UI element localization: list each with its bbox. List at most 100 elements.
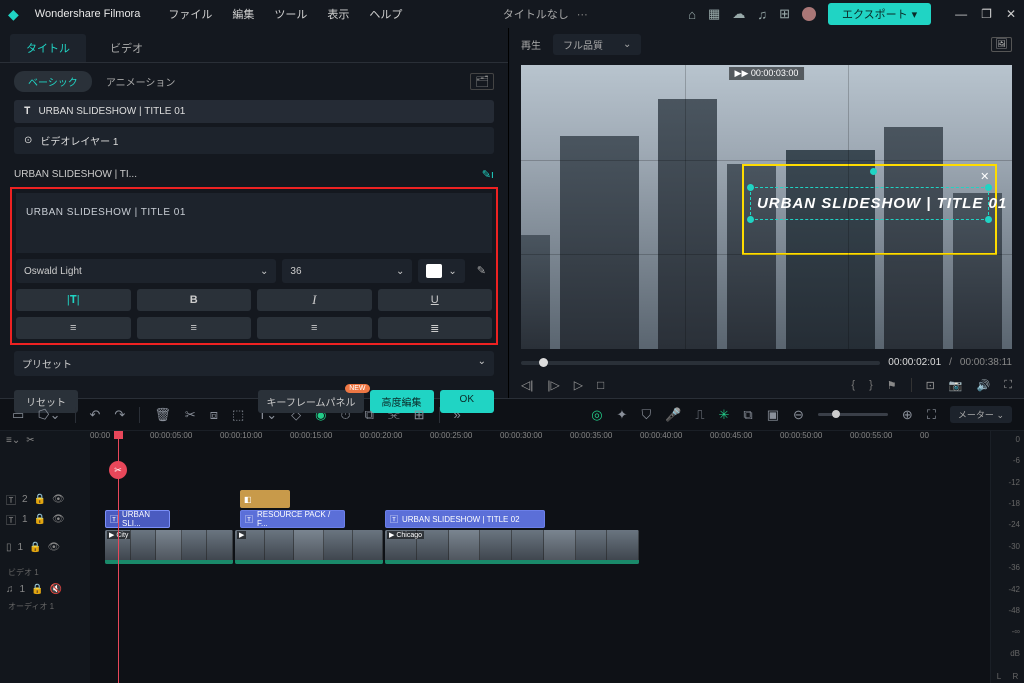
play-button[interactable]: ▷	[574, 378, 583, 392]
select-tool-icon[interactable]: ⭔⌄	[38, 407, 60, 423]
mixer-icon[interactable]: ⎍	[695, 407, 704, 423]
shield-icon[interactable]: ⛉	[641, 407, 651, 423]
char-spacing-button[interactable]: |𝐓|	[16, 289, 131, 311]
preview-tab[interactable]: 再生	[521, 37, 541, 52]
minimize-button[interactable]: —	[955, 7, 967, 21]
fullscreen-icon[interactable]: ⛶	[1004, 379, 1012, 392]
layer-item-title[interactable]: 𝐓 URBAN SLIDESHOW | TITLE 01	[14, 100, 494, 123]
fx1-icon[interactable]: ✦	[617, 407, 628, 423]
subtab-basic[interactable]: ベーシック	[14, 71, 92, 92]
font-size-select[interactable]: 36⌄	[282, 259, 412, 283]
tab-video[interactable]: ビデオ	[94, 34, 159, 62]
menu-help[interactable]: ヘルプ	[369, 6, 402, 22]
video-clip-2[interactable]: ▶	[235, 530, 383, 564]
track-header-t1[interactable]: 🅃1 🔒 👁	[0, 509, 90, 529]
align-left-button[interactable]: ≡	[16, 317, 131, 339]
text-clip-2[interactable]: 🅃RESOURCE PACK / F...	[240, 510, 345, 528]
font-color-select[interactable]: ⌄	[418, 259, 464, 283]
quality-select[interactable]: フル品質⌄	[553, 34, 641, 55]
eye-icon[interactable]: 👁	[52, 514, 65, 525]
snapshot-icon[interactable]: 📷	[949, 379, 963, 392]
eye-icon[interactable]: 👁	[48, 542, 61, 553]
image-icon[interactable]: 🖼	[991, 37, 1012, 52]
pencil-icon[interactable]: ✎ı	[482, 168, 494, 181]
avatar-icon[interactable]	[802, 7, 816, 21]
track-header-t2[interactable]: 🅃2 🔒 👁	[0, 489, 90, 509]
font-family-select[interactable]: Oswald Light⌄	[16, 259, 276, 283]
stop-button[interactable]: □	[597, 378, 604, 392]
cloud-icon[interactable]: ☁	[732, 6, 745, 22]
menu-edit[interactable]: 編集	[232, 6, 254, 22]
snap-icon[interactable]: ✳	[719, 407, 730, 423]
subtab-animation[interactable]: アニメーション	[106, 71, 176, 92]
tab-title[interactable]: タイトル	[10, 34, 86, 62]
ai-icon[interactable]: ◎	[591, 407, 602, 423]
cut-icon[interactable]: ✂	[26, 435, 34, 446]
zoom-fit-icon[interactable]: ⛶	[927, 407, 936, 423]
mic-icon[interactable]: 🎤	[665, 407, 681, 423]
undo-icon[interactable]: ↶	[90, 407, 101, 423]
zoom-slider[interactable]	[818, 413, 888, 416]
align-justify-button[interactable]: ≣	[378, 317, 493, 339]
scrub-bar[interactable]	[521, 361, 880, 365]
media-icon[interactable]: ▦	[708, 6, 720, 22]
bold-button[interactable]: B	[137, 289, 252, 311]
delete-icon[interactable]: 🗑	[154, 407, 171, 423]
cut-marker[interactable]: ✂	[109, 461, 127, 479]
zoom-out-icon[interactable]: ⊖	[793, 407, 804, 423]
display-mode-icon[interactable]: ⊡	[926, 379, 935, 392]
more-icon[interactable]: »	[454, 407, 461, 422]
fx-clip[interactable]: ◧	[240, 490, 290, 508]
pointer-tool-icon[interactable]: ▭	[12, 407, 24, 423]
title-bounding-box[interactable]: ✕ URBAN SLIDESHOW | TITLE 01	[742, 164, 997, 255]
keyframe-panel-button[interactable]: キーフレームパネル NEW	[258, 390, 363, 413]
eye-icon[interactable]: 👁	[52, 494, 65, 505]
mark-in-button[interactable]: {	[851, 379, 855, 391]
align-right-button[interactable]: ≡	[257, 317, 372, 339]
next-frame-button[interactable]: |▷	[547, 378, 559, 392]
text-clip-3[interactable]: 🅃URBAN SLIDESHOW | TITLE 02	[385, 510, 545, 528]
marker2-icon[interactable]: ▣	[767, 407, 779, 423]
mark-out-button[interactable]: }	[869, 379, 873, 391]
track-header-video[interactable]: ▯1 🔒 👁	[0, 529, 90, 565]
group-icon[interactable]: ⊞	[414, 407, 425, 423]
lock-icon[interactable]: 🔒	[29, 542, 41, 553]
layer-item-video[interactable]: ⊙ ビデオレイヤー 1	[14, 127, 494, 154]
menu-file[interactable]: ファイル	[168, 6, 212, 22]
underline-button[interactable]: U	[378, 289, 493, 311]
marker-icon[interactable]: ⚑	[887, 379, 897, 392]
export-button[interactable]: エクスポート▾	[828, 3, 931, 25]
crop-icon[interactable]: ⧈	[210, 407, 218, 423]
video-clip-3[interactable]: ▶ Chicago	[385, 530, 639, 564]
menu-view[interactable]: 表示	[327, 6, 349, 22]
close-button[interactable]: ✕	[1006, 7, 1016, 21]
track-header-audio[interactable]: ♫1 🔒 🔇	[0, 579, 90, 599]
preset-select[interactable]: プリセット⌄	[14, 351, 494, 376]
lock-icon[interactable]: 🔒	[34, 494, 46, 505]
lock-icon[interactable]: 🔒	[34, 514, 46, 525]
close-icon[interactable]: ✕	[980, 170, 989, 183]
redo-icon[interactable]: ↷	[114, 407, 125, 423]
bookmark-icon[interactable]: 🗂	[470, 73, 494, 90]
menu-tools[interactable]: ツール	[274, 6, 307, 22]
prev-frame-button[interactable]: ◁|	[521, 378, 533, 392]
mute-icon[interactable]: 🔇	[50, 584, 62, 595]
maximize-button[interactable]: ❐	[981, 7, 992, 21]
crop2-icon[interactable]: ⬚	[232, 407, 244, 423]
link-icon[interactable]: ⧉	[743, 407, 752, 423]
headphone-icon[interactable]: ♫	[757, 7, 767, 22]
video-clip-1[interactable]: ▶ City	[105, 530, 233, 564]
meter-select[interactable]: メーター ⌄	[950, 406, 1012, 423]
grid-icon[interactable]: ⊞	[779, 6, 790, 22]
zoom-in-icon[interactable]: ⊕	[902, 407, 913, 423]
timeline-tracks[interactable]: 00:00 00:00:05:00 00:00:10:00 00:00:15:0…	[90, 431, 990, 683]
chain-icon[interactable]: ⫘	[388, 407, 400, 423]
align-center-button[interactable]: ≡	[137, 317, 252, 339]
text-clip-1[interactable]: 🅃URBAN SLI...	[105, 510, 170, 528]
cut-icon[interactable]: ✂	[185, 407, 196, 423]
volume-icon[interactable]: 🔊	[977, 379, 991, 392]
device-icon[interactable]: ⌂	[688, 7, 696, 22]
eyedropper-button[interactable]: ✎	[471, 259, 492, 283]
lock-icon[interactable]: ≡⌄	[6, 435, 20, 446]
video-preview[interactable]: ▶▶ 00:00:03:00 ✕ URBAN SLIDESHOW | TITLE…	[521, 65, 1012, 349]
